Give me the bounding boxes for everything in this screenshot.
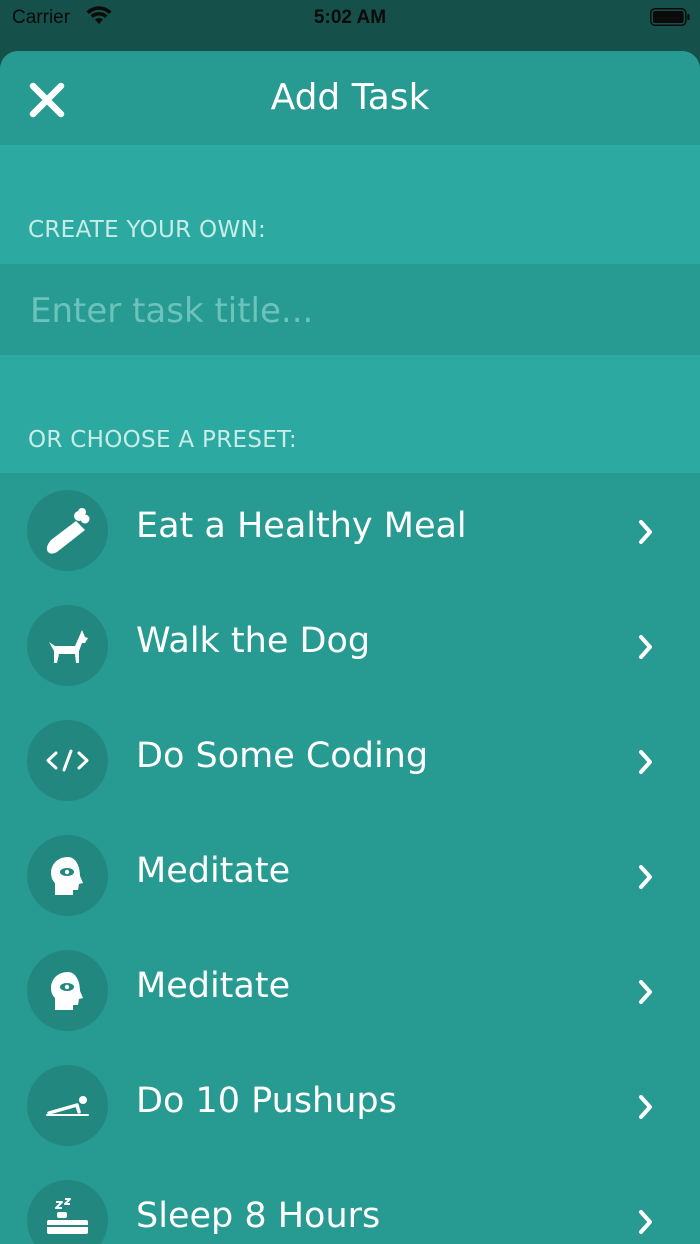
clock-time: 5:02 AM: [313, 7, 387, 28]
dog-icon: [49, 630, 88, 663]
preset-item-label: Do Some Coding: [136, 736, 429, 776]
task-title-row: [0, 264, 700, 357]
preset-icon-circle: [27, 835, 108, 916]
preset-icon-circle: [27, 490, 108, 571]
preset-item-coding[interactable]: Do Some Coding: [0, 703, 700, 818]
preset-item-meditate[interactable]: Meditate: [0, 933, 700, 1048]
task-title-input[interactable]: [28, 264, 672, 357]
chevron-right-icon: [639, 1210, 652, 1234]
preset-item-label: Walk the Dog: [136, 621, 371, 661]
create-section-header: CREATE YOUR OWN:: [0, 145, 700, 264]
preset-item-label: Eat a Healthy Meal: [136, 506, 467, 546]
preset-icon-circle: [27, 1065, 108, 1146]
bed-icon: [47, 1198, 88, 1234]
preset-section-header: OR CHOOSE A PRESET:: [0, 355, 700, 473]
preset-item-label: Meditate: [136, 966, 291, 1006]
pushup-icon: [46, 1096, 89, 1116]
preset-item-label: Do 10 Pushups: [136, 1081, 397, 1121]
battery-icon: [650, 8, 690, 26]
preset-item-walk-dog[interactable]: Walk the Dog: [0, 588, 700, 703]
preset-item-label: Meditate: [136, 851, 291, 891]
preset-item-label: Sleep 8 Hours: [136, 1196, 381, 1236]
preset-icon-circle: [27, 720, 108, 801]
carrot-icon: [46, 508, 90, 554]
meditate-head-icon: [51, 972, 83, 1010]
chevron-right-icon: [639, 520, 652, 544]
preset-item-pushups[interactable]: Do 10 Pushups: [0, 1048, 700, 1163]
preset-icon-circle: [27, 605, 108, 686]
preset-item-meditate[interactable]: Meditate: [0, 818, 700, 933]
preset-item-healthy-meal[interactable]: Eat a Healthy Meal: [0, 473, 700, 588]
preset-icon-circle: [27, 1180, 108, 1244]
meditate-head-icon: [51, 857, 83, 895]
chevron-right-icon: [639, 865, 652, 889]
nav-bar: Add Task: [0, 51, 700, 145]
preset-icon-circle: [27, 950, 108, 1031]
chevron-right-icon: [639, 635, 652, 659]
chevron-right-icon: [639, 1095, 652, 1119]
code-icon: [46, 749, 89, 772]
chevron-right-icon: [639, 980, 652, 1004]
preset-section-label: OR CHOOSE A PRESET:: [28, 427, 297, 453]
chevron-right-icon: [639, 750, 652, 774]
status-bar: Carrier 5:02 AM: [0, 0, 700, 36]
create-section-label: CREATE YOUR OWN:: [28, 217, 267, 243]
page-title: Add Task: [270, 77, 430, 118]
preset-item-sleep[interactable]: Sleep 8 Hours: [0, 1163, 700, 1244]
add-task-sheet: Add Task CREATE YOUR OWN: OR CHOOSE A PR…: [0, 51, 700, 1244]
